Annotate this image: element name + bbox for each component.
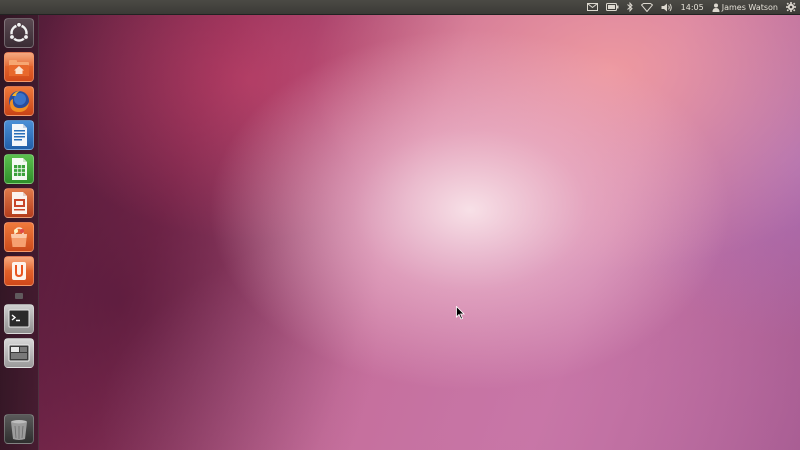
mouse-pointer-icon — [456, 306, 465, 320]
user-name-label: James Watson — [721, 2, 778, 12]
launcher-libreoffice-calc[interactable] — [4, 154, 34, 184]
launcher-trash[interactable] — [4, 414, 34, 444]
firefox-icon — [9, 91, 29, 112]
session-gear-icon[interactable] — [782, 0, 800, 14]
workspace-switcher-icon — [8, 344, 30, 362]
mail-icon[interactable] — [583, 0, 602, 14]
user-icon — [712, 3, 720, 12]
launcher-workspace-switcher[interactable] — [4, 338, 34, 368]
launcher-home-folder[interactable] — [4, 52, 34, 82]
bluetooth-icon[interactable] — [623, 0, 637, 14]
wifi-icon[interactable] — [637, 0, 657, 14]
shopping-bag-icon — [11, 227, 27, 247]
home-folder-icon — [9, 60, 29, 76]
writer-document-icon — [12, 124, 27, 146]
launcher-ubuntu-one[interactable] — [4, 256, 34, 286]
top-panel: 14:05 James Watson — [0, 0, 800, 15]
launcher-libreoffice-impress[interactable] — [4, 188, 34, 218]
ubuntu-one-icon — [12, 262, 26, 280]
volume-icon[interactable] — [657, 0, 677, 14]
clock[interactable]: 14:05 — [677, 0, 708, 14]
trash-icon — [11, 420, 27, 440]
ubuntu-logo-icon — [9, 21, 29, 42]
launcher-terminal[interactable] — [4, 304, 34, 334]
user-menu[interactable]: James Watson — [708, 0, 782, 14]
clock-label: 14:05 — [680, 2, 704, 12]
launcher-separator-icon — [15, 293, 23, 299]
desktop-wallpaper[interactable] — [0, 0, 800, 450]
launcher-software-center[interactable] — [4, 222, 34, 252]
launcher-libreoffice-writer[interactable] — [4, 120, 34, 150]
launcher — [0, 15, 39, 450]
terminal-icon — [8, 309, 30, 328]
gear-icon — [786, 2, 796, 12]
impress-presentation-icon — [12, 192, 27, 214]
calc-spreadsheet-icon — [12, 158, 27, 180]
battery-icon[interactable] — [602, 0, 623, 14]
launcher-dash-home[interactable] — [4, 18, 34, 48]
launcher-firefox[interactable] — [4, 86, 34, 116]
